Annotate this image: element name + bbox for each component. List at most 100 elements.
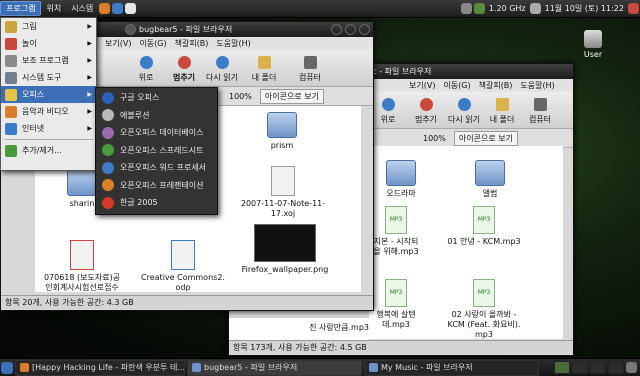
file-item[interactable]: MP3 02 사랑이 올까봐 - KCM (Feat. 화요비). mp3 (439, 279, 529, 340)
stop-button[interactable]: 멈추기 (407, 98, 445, 128)
status-bar: 항목 173개, 사용 가능한 공간: 4.5 GB (229, 340, 573, 354)
internet-icon (5, 122, 17, 135)
menu-item-internet[interactable]: 인터넷 ▶ (1, 120, 96, 137)
window-title: bugbear5 - 파일 브라우저 (139, 25, 233, 34)
close-button[interactable] (359, 24, 370, 35)
show-desktop-icon[interactable] (1, 361, 13, 374)
reload-button[interactable]: 다시 읽기 (203, 56, 241, 86)
system-menu[interactable]: 시스템 (66, 3, 98, 14)
menu-help[interactable]: 도움말(H) (212, 38, 254, 49)
file-item[interactable]: 앨범 (459, 160, 521, 199)
submenu-item-oo-writer[interactable]: 오픈오피스 워드 프로세서 (96, 159, 217, 177)
submenu-item-oo-presentation[interactable]: 오픈오피스 프레젠테이션 (96, 177, 217, 195)
zoom-label[interactable]: 100% (423, 134, 446, 143)
volume-icon[interactable] (529, 3, 541, 14)
home-button[interactable]: 내 폴더 (483, 98, 521, 128)
presentation-icon (102, 179, 114, 192)
menu-item-sound-video[interactable]: 음악과 비디오 ▶ (1, 103, 96, 120)
folder-icon (192, 363, 201, 372)
accessories-icon (5, 54, 17, 67)
menu-item-accessories[interactable]: 보조 프로그램 ▶ (1, 52, 96, 69)
graphics-icon (5, 20, 17, 33)
menu-bookmarks[interactable]: 책갈피(B) (171, 38, 213, 49)
presentation-icon (171, 240, 195, 270)
submenu-item-oo-database[interactable]: 오픈오피스 데이터베이스 (96, 124, 217, 142)
task-button-bugbear5[interactable]: bugbear5 - 파일 브라우저 (187, 359, 362, 376)
menu-item-system-tools[interactable]: 시스템 도구 ▶ (1, 69, 96, 86)
workspace-1[interactable] (554, 361, 570, 374)
places-menu[interactable]: 위치 (41, 3, 66, 14)
file-view[interactable]: 오드라마 앨범 MP3 지본 - 시작되 을 위해.mp3 MP3 01 안녕 - … (369, 146, 563, 339)
file-item[interactable]: Creative Commons2. odp (135, 240, 231, 293)
status-text: 항목 20개, 사용 가능한 공간: 4.3 GB (5, 298, 134, 307)
workspace-4[interactable] (608, 361, 624, 374)
menu-view[interactable]: 보기(V) (101, 38, 135, 49)
workspace-3[interactable] (590, 361, 606, 374)
file-item[interactable]: MP3 지본 - 시작되 을 위해.mp3 (365, 206, 427, 257)
clock[interactable]: 11월 10일 (토) 11:22 (545, 3, 624, 14)
games-icon (5, 37, 17, 50)
computer-button[interactable]: 컴퓨터 (287, 56, 333, 86)
reload-icon (215, 56, 229, 69)
image-thumbnail-icon (254, 224, 316, 262)
logout-icon[interactable] (628, 3, 639, 14)
applications-menu[interactable]: 프로그램 (0, 1, 42, 16)
google-office-icon (102, 91, 114, 104)
menu-go[interactable]: 이동(G) (135, 38, 170, 49)
evolution-icon (102, 109, 114, 122)
menu-view[interactable]: 보기(V) (405, 80, 439, 91)
file-item[interactable]: 오드라마 (370, 160, 432, 199)
up-button[interactable]: 위로 (369, 98, 407, 128)
system-tools-icon (5, 71, 17, 84)
window-menu-icon[interactable] (125, 24, 136, 35)
mail-launcher-icon[interactable] (112, 3, 124, 14)
file-item[interactable]: prism (251, 112, 313, 151)
menu-item-office[interactable]: 오피스 ▶ (1, 86, 96, 103)
file-item[interactable]: 2007-11-07-Note-11- 17.xoj (231, 166, 335, 219)
hwp-document-icon (70, 240, 94, 270)
minimize-button[interactable] (331, 24, 342, 35)
mp3-icon: MP3 (385, 279, 407, 307)
add-remove-icon (5, 144, 17, 157)
document-icon (271, 166, 295, 196)
menu-go[interactable]: 이동(G) (439, 80, 474, 91)
zoom-label[interactable]: 100% (229, 92, 252, 101)
task-button-my-music[interactable]: My Music - 파일 브라우저 (364, 359, 539, 376)
menu-bookmarks[interactable]: 책갈피(B) (475, 80, 517, 91)
file-item[interactable]: MP3 01 안녕 - KCM.mp3 (439, 206, 529, 247)
file-item[interactable]: MP3 행복에 살텐 데.mp3 (365, 279, 427, 330)
network-icon[interactable] (460, 3, 472, 14)
trash-icon[interactable] (626, 362, 637, 373)
menu-separator (4, 139, 93, 140)
up-button[interactable]: 위로 (127, 56, 165, 86)
office-icon (5, 88, 17, 101)
task-button-firefox[interactable]: [Happy Hacking Life - 파란색 우분투 테... (15, 359, 185, 376)
reload-button[interactable]: 다시 읽기 (445, 98, 483, 128)
view-mode-select[interactable]: 아이콘으로 보기 (259, 88, 324, 104)
home-button[interactable]: 내 폴더 (241, 56, 287, 86)
menu-item-add-remove[interactable]: 추가/제거... (1, 142, 96, 159)
computer-button[interactable]: 컴퓨터 (521, 98, 559, 128)
submenu-item-oo-spreadsheet[interactable]: 오픈오피스 스프레드시트 (96, 142, 217, 160)
menu-item-games[interactable]: 놀이 ▶ (1, 35, 96, 52)
menu-item-graphics[interactable]: 그림 ▶ (1, 18, 96, 35)
mp3-icon: MP3 (473, 206, 495, 234)
view-mode-select[interactable]: 아이콘으로 보기 (453, 130, 518, 146)
file-item[interactable]: Firefox_wallpaper.png (235, 224, 335, 275)
menu-help[interactable]: 도움말(H) (516, 80, 558, 91)
up-icon (381, 98, 395, 111)
workspace-2[interactable] (572, 361, 588, 374)
maximize-button[interactable] (345, 24, 356, 35)
stop-button[interactable]: 멈추기 (165, 56, 203, 86)
folder-icon (67, 170, 97, 196)
file-item[interactable]: 070618 (보도자료)공 인회계사시험선로접수 (37, 240, 127, 293)
submenu-item-evolution[interactable]: 에볼루션 (96, 107, 217, 125)
home-icon (495, 98, 509, 111)
mp3-icon: MP3 (473, 279, 495, 307)
desktop-user-icon[interactable]: User (577, 30, 609, 59)
help-launcher-icon[interactable] (125, 3, 137, 14)
submenu-item-google-office[interactable]: 구글 오피스 (96, 89, 217, 107)
firefox-launcher-icon[interactable] (99, 3, 111, 14)
desktop-icon-label: User (583, 50, 603, 59)
submenu-item-hangul-2005[interactable]: 한글 2005 (96, 194, 217, 212)
